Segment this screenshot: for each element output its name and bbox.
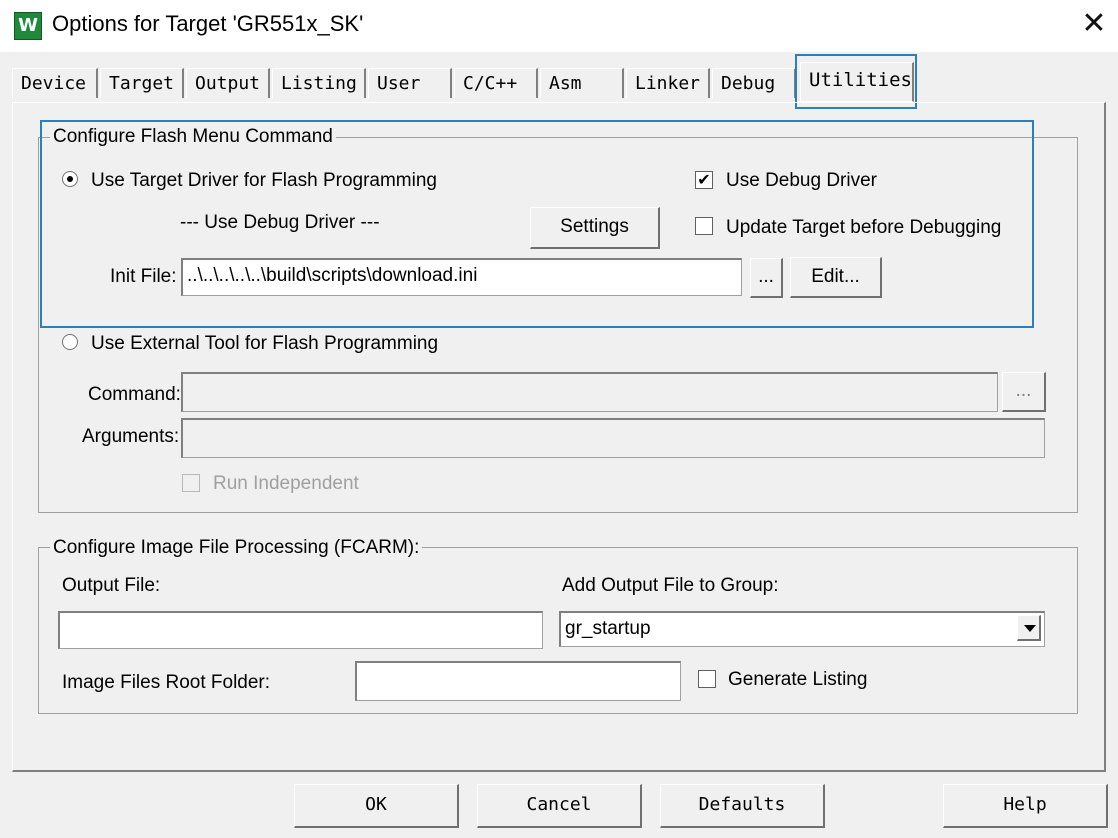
tab-target[interactable]: Target [100,68,184,98]
cancel-button[interactable]: Cancel [477,784,642,828]
root-folder-label: Image Files Root Folder: [62,672,271,693]
tab-debug[interactable]: Debug [712,68,796,98]
command-label: Command: [88,384,181,405]
group-select-value: gr_startup [565,618,651,639]
generate-listing-checkbox[interactable] [698,670,716,688]
close-icon[interactable]: ✕ [1076,6,1112,42]
init-file-browse-button[interactable]: ... [750,258,783,298]
arguments-input[interactable] [181,418,1045,458]
use-target-driver-label: Use Target Driver for Flash Programming [91,170,437,191]
update-target-checkbox[interactable] [695,217,713,235]
keil-uvision-icon: W [14,12,42,40]
generate-listing-label: Generate Listing [728,669,868,690]
defaults-button[interactable]: Defaults [660,784,825,828]
window-title: Options for Target 'GR551x_SK' [52,11,364,36]
tab-cc[interactable]: C/C++ [454,68,538,98]
use-external-tool-label: Use External Tool for Flash Programming [91,333,439,354]
debug-driver-select[interactable]: --- Use Debug Driver --- [180,212,380,234]
tab-output[interactable]: Output [186,68,270,98]
root-folder-input[interactable] [355,661,681,701]
title-bar: W Options for Target 'GR551x_SK' ✕ [0,0,1118,52]
init-file-label: Init File: [110,266,177,287]
group-select[interactable]: gr_startup [559,611,1045,647]
tab-highlight-box [795,54,917,109]
chevron-down-icon[interactable] [1017,615,1041,641]
init-file-input[interactable]: ..\..\..\..\..\build\scripts\download.in… [181,258,742,296]
command-input[interactable] [181,372,998,412]
edit-button[interactable]: Edit... [790,257,882,298]
ok-button[interactable]: OK [294,784,459,828]
update-target-label: Update Target before Debugging [726,217,1002,238]
settings-button[interactable]: Settings [530,207,660,249]
command-browse-button[interactable]: ... [1002,372,1046,412]
help-button[interactable]: Help [943,784,1108,828]
arguments-label: Arguments: [82,426,180,447]
output-file-input[interactable] [58,611,543,649]
tab-user[interactable]: User [368,68,452,98]
use-external-tool-radio[interactable] [62,334,78,350]
tab-linker[interactable]: Linker [626,68,710,98]
image-group-title: Configure Image File Processing (FCARM): [50,537,423,559]
tab-listing[interactable]: Listing [272,68,366,98]
run-independent-checkbox[interactable] [182,474,200,492]
output-file-label: Output File: [62,575,161,596]
use-target-driver-radio[interactable] [62,171,78,187]
run-independent-label: Run Independent [213,473,359,494]
tab-device[interactable]: Device [12,68,98,98]
use-debug-driver-checkbox[interactable]: ✔ [695,171,713,189]
use-debug-driver-label: Use Debug Driver [726,170,877,191]
radio-selected-dot [67,176,73,182]
add-output-label: Add Output File to Group: [562,575,779,596]
tab-asm[interactable]: Asm [540,68,624,98]
